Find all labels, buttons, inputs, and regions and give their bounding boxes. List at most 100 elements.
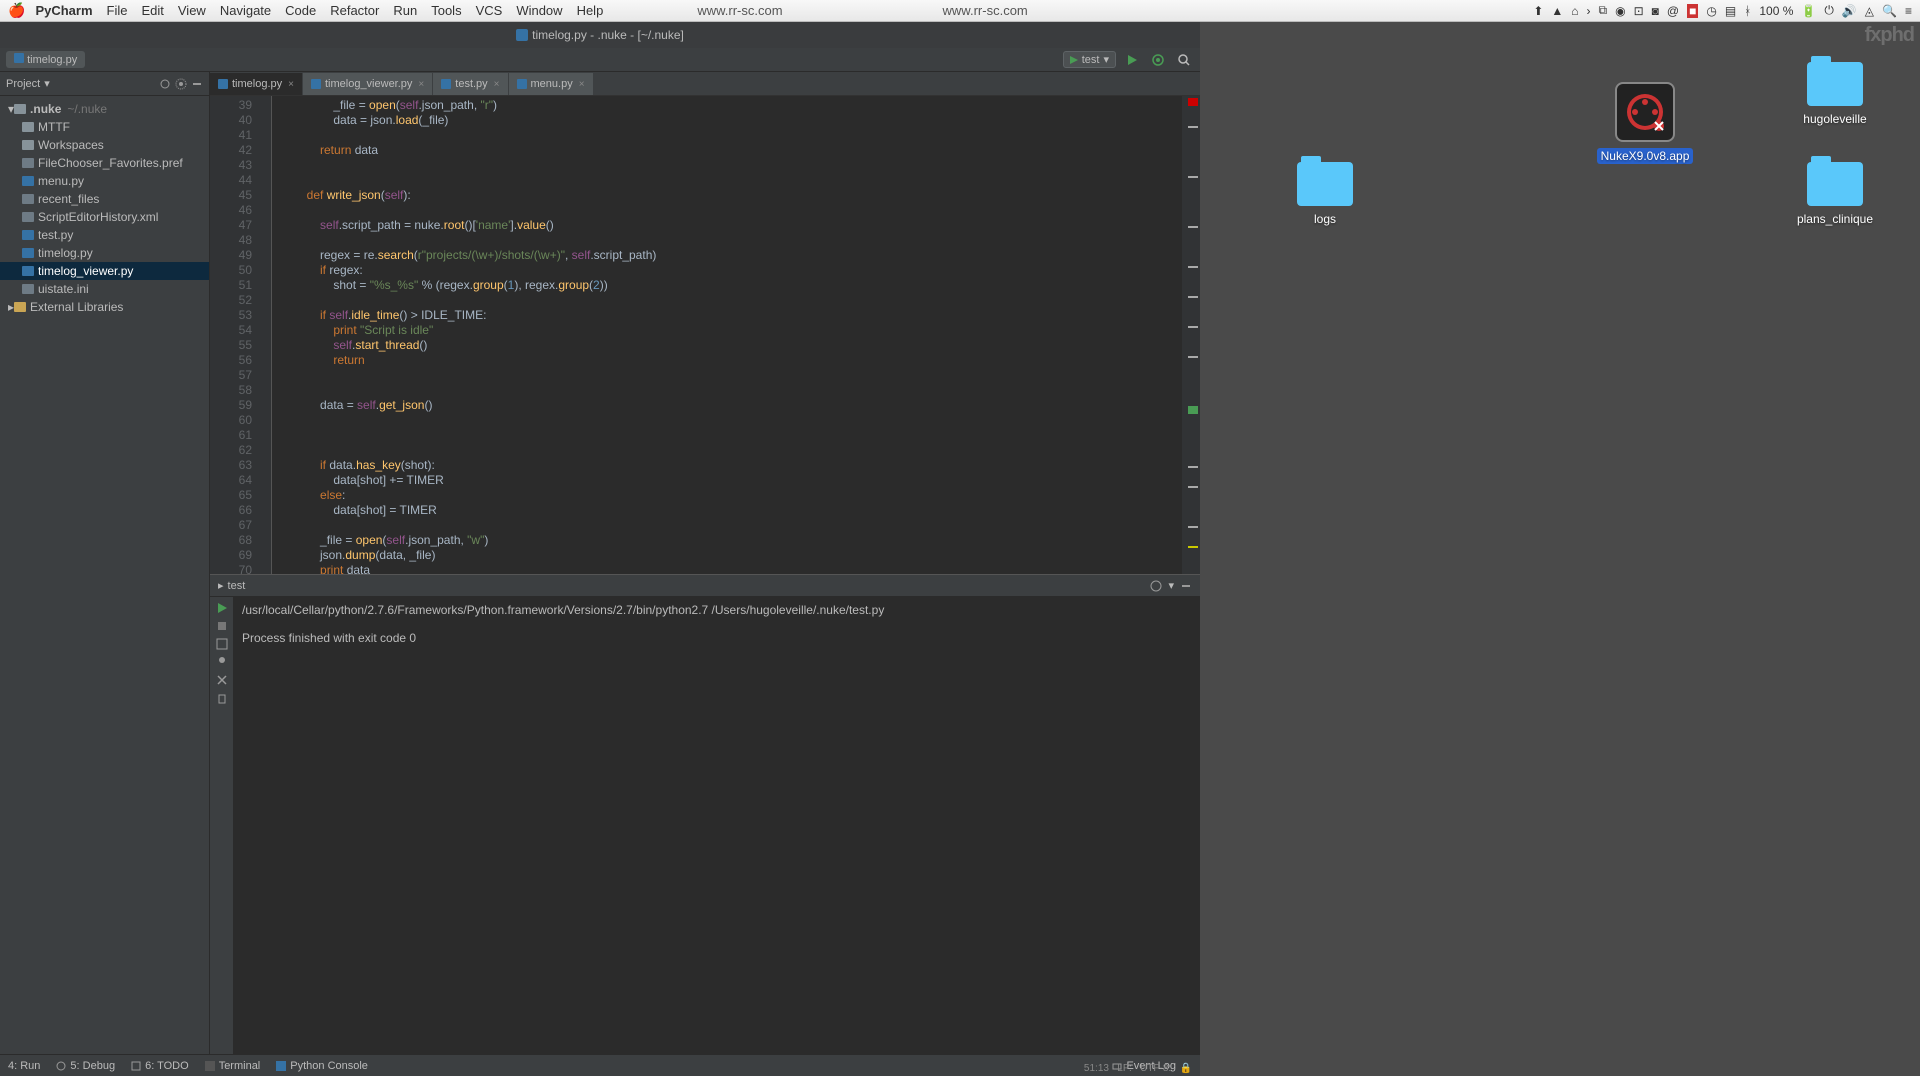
marker[interactable]: [1188, 356, 1198, 358]
collapse-icon[interactable]: [159, 78, 171, 90]
tool-window-todo[interactable]: 6: TODO: [131, 1060, 189, 1072]
line-number[interactable]: 60: [210, 413, 252, 428]
menu-edit[interactable]: Edit: [141, 3, 163, 18]
line-number[interactable]: 49: [210, 248, 252, 263]
line-number[interactable]: 61: [210, 428, 252, 443]
battery-icon[interactable]: 🔋: [1801, 4, 1816, 18]
line-number[interactable]: 66: [210, 503, 252, 518]
trash-icon[interactable]: [215, 691, 229, 705]
line-number[interactable]: 45: [210, 188, 252, 203]
run-output[interactable]: /usr/local/Cellar/python/2.7.6/Framework…: [234, 597, 1200, 1054]
battery-percent[interactable]: 100 %: [1759, 4, 1793, 18]
tree-item-timelog_viewer-py[interactable]: timelog_viewer.py: [0, 262, 209, 280]
menubar-tray-icon[interactable]: ▲: [1551, 4, 1563, 18]
hide-icon[interactable]: [1180, 580, 1192, 592]
menubar-tray-icon[interactable]: ›: [1587, 4, 1591, 18]
volume-icon[interactable]: 🔊: [1842, 4, 1857, 18]
line-number[interactable]: 47: [210, 218, 252, 233]
run-config-selector[interactable]: test ▾: [1063, 51, 1116, 68]
close-tab-icon[interactable]: ×: [288, 79, 294, 90]
spotlight-icon[interactable]: 🔍: [1882, 4, 1897, 18]
line-number[interactable]: 53: [210, 308, 252, 323]
project-root[interactable]: ▾ .nuke ~/.nuke: [0, 100, 209, 118]
menubar-tray-icon[interactable]: ⬆: [1533, 4, 1543, 18]
editor-tab-menu-py[interactable]: menu.py×: [509, 73, 593, 95]
menubar-tray-icon[interactable]: ◙: [1652, 4, 1659, 18]
rerun-icon[interactable]: [215, 601, 229, 615]
close-tab-icon[interactable]: ×: [418, 79, 424, 90]
marker[interactable]: [1188, 466, 1198, 468]
menubar-tray-icon[interactable]: ◉: [1615, 4, 1625, 18]
macos-desktop[interactable]: fxphd hugoleveillelogsplans_clinique Nuk…: [1200, 22, 1920, 1076]
stop-icon[interactable]: [215, 619, 229, 633]
apple-menu-icon[interactable]: 🍎: [8, 2, 25, 19]
warn-marker[interactable]: [1188, 546, 1198, 548]
line-number[interactable]: 68: [210, 533, 252, 548]
line-number[interactable]: 50: [210, 263, 252, 278]
line-gutter[interactable]: 3940414243444546474849505152535455565758…: [210, 96, 260, 574]
line-number[interactable]: 69: [210, 548, 252, 563]
editor-tab-test-py[interactable]: test.py×: [433, 73, 507, 95]
line-number[interactable]: 55: [210, 338, 252, 353]
line-number[interactable]: 63: [210, 458, 252, 473]
tool-window-debug[interactable]: 5: Debug: [56, 1060, 115, 1072]
file-encoding[interactable]: UTF-8:: [1140, 1063, 1171, 1074]
line-number[interactable]: 59: [210, 398, 252, 413]
lock-icon[interactable]: 🔒: [1180, 1063, 1192, 1074]
marker[interactable]: [1188, 526, 1198, 528]
menu-file[interactable]: File: [107, 3, 128, 18]
line-number[interactable]: 57: [210, 368, 252, 383]
error-stripe[interactable]: [1182, 96, 1200, 574]
menu-run[interactable]: Run: [393, 3, 417, 18]
tree-item-recent_files[interactable]: recent_files: [0, 190, 209, 208]
tree-item-FileChooser_Favorites-pref[interactable]: FileChooser_Favorites.pref: [0, 154, 209, 172]
line-number[interactable]: 58: [210, 383, 252, 398]
tool-window-terminal[interactable]: Terminal: [205, 1060, 261, 1072]
external-libraries[interactable]: ▸ External Libraries: [0, 298, 209, 316]
tree-item-MTTF[interactable]: MTTF: [0, 118, 209, 136]
menubar-tray-icon[interactable]: ■: [1687, 4, 1698, 18]
tool-window-run[interactable]: 4: Run: [8, 1060, 40, 1072]
line-number[interactable]: 62: [210, 443, 252, 458]
debug-button[interactable]: [1148, 50, 1168, 70]
menu-help[interactable]: Help: [577, 3, 604, 18]
run-tab-label[interactable]: test: [228, 580, 246, 592]
marker[interactable]: [1188, 326, 1198, 328]
menu-view[interactable]: View: [178, 3, 206, 18]
hide-icon[interactable]: [191, 78, 203, 90]
close-icon[interactable]: [215, 673, 229, 687]
marker[interactable]: [1188, 176, 1198, 178]
close-tab-icon[interactable]: ×: [494, 79, 500, 90]
menu-vcs[interactable]: VCS: [476, 3, 503, 18]
line-number[interactable]: 43: [210, 158, 252, 173]
menubar-tray-icon[interactable]: @: [1667, 4, 1679, 18]
nuke-app-icon[interactable]: NukeX9.0v8.app: [1600, 82, 1690, 164]
layout-icon[interactable]: [215, 637, 229, 651]
error-marker[interactable]: [1188, 98, 1198, 106]
line-number[interactable]: 40: [210, 113, 252, 128]
line-separator[interactable]: LF:: [1117, 1063, 1131, 1074]
gear-icon[interactable]: [1150, 580, 1162, 592]
menubar-tray-icon[interactable]: ⏻: [1824, 3, 1834, 18]
desktop-folder-plans_clinique[interactable]: plans_clinique: [1790, 162, 1880, 226]
project-tree[interactable]: ▾ .nuke ~/.nuke MTTFWorkspacesFileChoose…: [0, 96, 209, 320]
chevron-down-icon[interactable]: ▾: [1168, 579, 1174, 592]
line-number[interactable]: 64: [210, 473, 252, 488]
marker[interactable]: [1188, 126, 1198, 128]
dropbox-icon[interactable]: ⧉: [1599, 3, 1608, 18]
line-number[interactable]: 56: [210, 353, 252, 368]
desktop-folder-logs[interactable]: logs: [1280, 162, 1370, 226]
fold-gutter[interactable]: [260, 96, 272, 574]
line-number[interactable]: 42: [210, 143, 252, 158]
line-number[interactable]: 70: [210, 563, 252, 574]
line-number[interactable]: 46: [210, 203, 252, 218]
notification-center-icon[interactable]: ≡: [1905, 4, 1912, 18]
line-number[interactable]: 48: [210, 233, 252, 248]
menubar-tray-icon[interactable]: ▤: [1725, 4, 1736, 18]
desktop-folder-hugoleveille[interactable]: hugoleveille: [1790, 62, 1880, 126]
chevron-right-icon[interactable]: ▸: [218, 579, 224, 592]
tree-item-timelog-py[interactable]: timelog.py: [0, 244, 209, 262]
ok-marker[interactable]: [1188, 406, 1198, 414]
line-number[interactable]: 67: [210, 518, 252, 533]
marker[interactable]: [1188, 226, 1198, 228]
